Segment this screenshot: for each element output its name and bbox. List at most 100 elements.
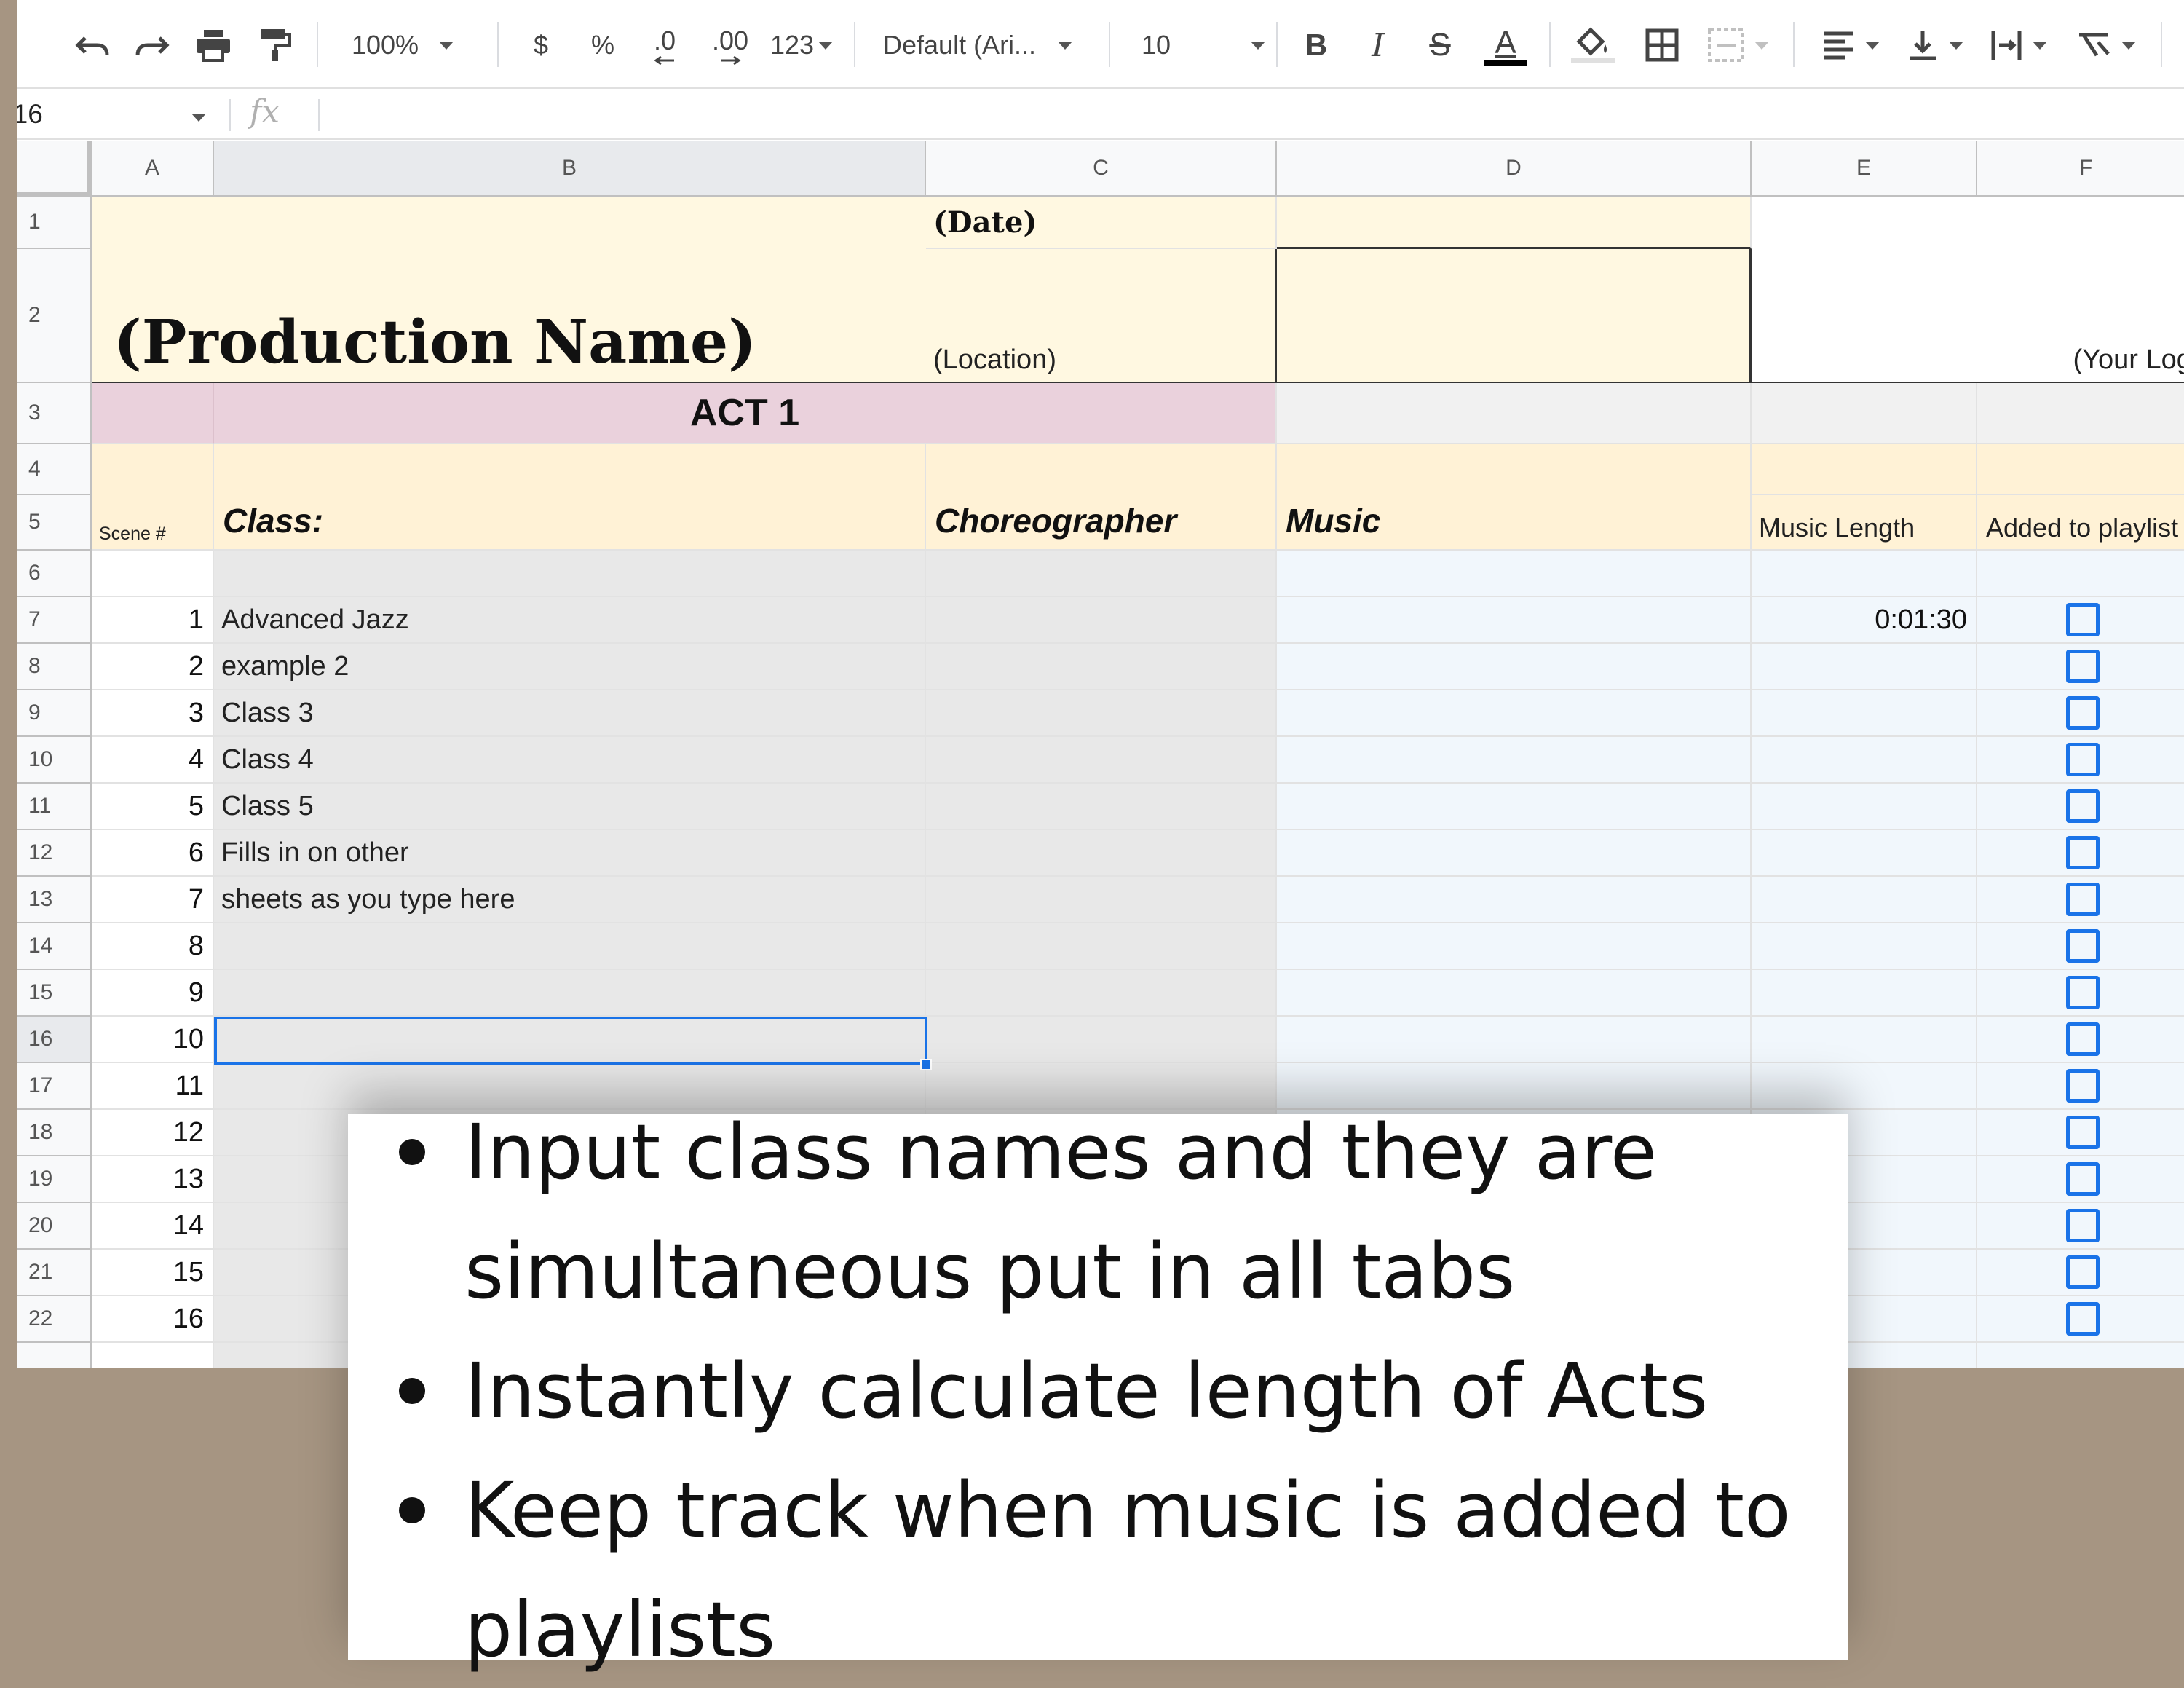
more-formats-button[interactable]: 123 <box>765 17 838 73</box>
choreographer-cell[interactable] <box>926 597 1277 644</box>
act-cell-f[interactable] <box>1977 383 2184 444</box>
act-cell-a[interactable] <box>92 383 214 444</box>
music-cell[interactable] <box>1277 1017 1752 1063</box>
class-name-cell[interactable]: Class 3 <box>214 690 926 737</box>
increase-decimal-button[interactable]: .00 <box>701 17 759 73</box>
fill-color-icon[interactable] <box>1567 17 1618 73</box>
column-header-b[interactable]: B <box>214 141 926 197</box>
cell[interactable] <box>92 551 214 597</box>
column-header-f[interactable]: F <box>1977 141 2184 197</box>
music-length-cell[interactable] <box>1752 877 1977 923</box>
row-header[interactable]: 15 <box>17 970 92 1017</box>
scene-number-cell[interactable]: 16 <box>92 1296 214 1343</box>
playlist-cell[interactable] <box>1977 644 2184 690</box>
class-name-cell[interactable]: sheets as you type here <box>214 877 926 923</box>
column-header-a[interactable]: A <box>92 141 214 197</box>
undo-icon[interactable] <box>68 17 119 73</box>
fill-handle[interactable] <box>920 1059 932 1070</box>
choreographer-cell[interactable] <box>926 737 1277 784</box>
class-header-cell[interactable]: Class: <box>214 444 926 551</box>
strikethrough-button[interactable]: S <box>1418 17 1462 73</box>
row-header[interactable] <box>17 1343 92 1368</box>
music-cell[interactable] <box>1277 830 1752 877</box>
music-cell[interactable] <box>1277 597 1752 644</box>
music-length-cell[interactable]: 0:01:30 <box>1752 597 1977 644</box>
playlist-cell[interactable] <box>1977 1296 2184 1343</box>
currency-format-button[interactable]: $ <box>519 17 563 73</box>
playlist-checkbox[interactable] <box>2066 883 2100 916</box>
italic-button[interactable]: I <box>1356 17 1400 73</box>
playlist-cell[interactable] <box>1977 784 2184 830</box>
row-header[interactable]: 1 <box>17 197 92 249</box>
column-header-c[interactable]: C <box>926 141 1277 197</box>
row-header[interactable]: 7 <box>17 597 92 644</box>
text-rotation-icon[interactable] <box>2066 17 2146 73</box>
row-header[interactable]: 10 <box>17 737 92 784</box>
class-name-cell[interactable] <box>214 923 926 970</box>
playlist-checkbox[interactable] <box>2066 1022 2100 1056</box>
music-header-cell[interactable]: Music <box>1277 444 1752 551</box>
choreographer-cell[interactable] <box>926 690 1277 737</box>
redo-icon[interactable] <box>126 17 177 73</box>
logo-cell[interactable]: (Your Logo <box>1752 197 2184 383</box>
music-length-cell[interactable] <box>1752 923 1977 970</box>
row-header[interactable]: 16 <box>17 1017 92 1063</box>
row-header[interactable]: 22 <box>17 1296 92 1343</box>
playlist-checkbox[interactable] <box>2066 743 2100 776</box>
act-title-cell[interactable]: ACT 1 <box>214 383 1277 444</box>
music-length-cell[interactable] <box>1752 784 1977 830</box>
music-length-cell[interactable] <box>1752 644 1977 690</box>
scene-number-cell[interactable]: 5 <box>92 784 214 830</box>
cell[interactable] <box>92 1343 214 1368</box>
choreographer-cell[interactable] <box>926 784 1277 830</box>
choreographer-cell[interactable] <box>926 970 1277 1017</box>
playlist-checkbox[interactable] <box>2066 1302 2100 1336</box>
act-cell-e[interactable] <box>1752 383 1977 444</box>
merge-cells-icon[interactable] <box>1698 17 1779 73</box>
scene-number-cell[interactable]: 10 <box>92 1017 214 1063</box>
choreographer-cell[interactable] <box>926 877 1277 923</box>
music-cell[interactable] <box>1277 923 1752 970</box>
column-header-d[interactable]: D <box>1277 141 1752 197</box>
playlist-checkbox[interactable] <box>2066 603 2100 636</box>
cell[interactable] <box>1977 551 2184 597</box>
playlist-cell[interactable] <box>1977 1063 2184 1110</box>
row-header[interactable]: 9 <box>17 690 92 737</box>
scene-number-cell[interactable]: 1 <box>92 597 214 644</box>
column-header-e[interactable]: E <box>1752 141 1977 197</box>
playlist-header-cell[interactable]: Added to playlist <box>1977 495 2184 551</box>
music-length-header-top[interactable] <box>1752 444 1977 495</box>
playlist-checkbox[interactable] <box>2066 1116 2100 1149</box>
row-header[interactable]: 21 <box>17 1250 92 1296</box>
music-cell[interactable] <box>1277 690 1752 737</box>
scene-number-cell[interactable]: 3 <box>92 690 214 737</box>
playlist-cell[interactable] <box>1977 830 2184 877</box>
text-color-button[interactable]: A <box>1480 17 1531 73</box>
playlist-checkbox[interactable] <box>2066 1162 2100 1196</box>
playlist-checkbox[interactable] <box>2066 1209 2100 1242</box>
formula-input[interactable] <box>330 90 2150 138</box>
cell[interactable] <box>214 551 926 597</box>
date-cell[interactable]: (Date) <box>926 197 1277 249</box>
scene-number-cell[interactable]: 7 <box>92 877 214 923</box>
selected-cell-b16[interactable] <box>214 1017 927 1065</box>
row-header[interactable]: 3 <box>17 383 92 444</box>
scene-header-cell[interactable]: Scene # <box>92 444 214 551</box>
music-length-cell[interactable] <box>1752 1017 1977 1063</box>
name-box[interactable]: B16 <box>17 90 218 138</box>
music-length-cell[interactable] <box>1752 830 1977 877</box>
paint-format-icon[interactable] <box>250 17 301 73</box>
choreographer-cell[interactable] <box>926 923 1277 970</box>
class-name-cell[interactable] <box>214 970 926 1017</box>
row-header[interactable]: 18 <box>17 1110 92 1156</box>
playlist-cell[interactable] <box>1977 1203 2184 1250</box>
playlist-cell[interactable] <box>1977 597 2184 644</box>
choreographer-cell[interactable] <box>926 830 1277 877</box>
location-value-cell[interactable] <box>1277 249 1752 383</box>
music-cell[interactable] <box>1277 784 1752 830</box>
playlist-checkbox[interactable] <box>2066 976 2100 1009</box>
class-name-cell[interactable]: example 2 <box>214 644 926 690</box>
class-name-cell[interactable]: Advanced Jazz <box>214 597 926 644</box>
location-cell[interactable]: (Location) <box>926 249 1277 383</box>
horizontal-align-icon[interactable] <box>1815 17 1888 73</box>
